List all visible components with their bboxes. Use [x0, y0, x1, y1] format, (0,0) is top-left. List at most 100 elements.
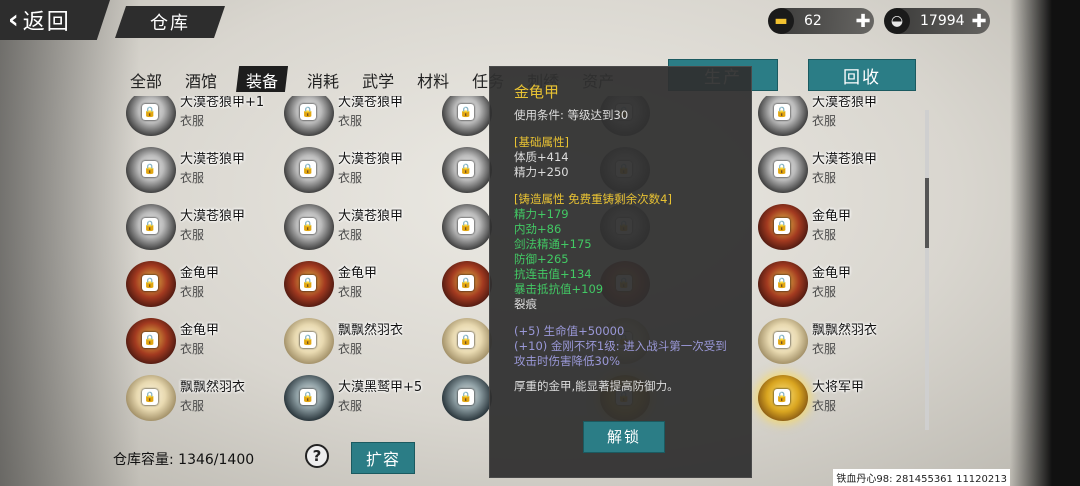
lock-icon: 🔒 — [300, 275, 316, 291]
lock-icon: 🔒 — [142, 161, 158, 177]
tooltip-set-bonus: (+5) 生命值+50000 — [514, 324, 625, 338]
item-slot[interactable]: 🔒 飘飘然羽衣衣服 — [280, 312, 438, 369]
item-slot[interactable]: 🔒 金龟甲 衣服 — [754, 255, 912, 312]
item-type: 衣服 — [338, 114, 363, 128]
tooltip-forge-stat: 暴击抵抗值+109 — [514, 282, 604, 296]
item-slot[interactable]: 🔒 大漠苍狼甲衣服 — [754, 96, 912, 141]
scroll-thumb[interactable] — [925, 178, 929, 248]
item-type: 衣服 — [812, 342, 837, 356]
grid-scrollbar[interactable] — [925, 110, 929, 430]
item-type: 衣服 — [812, 285, 837, 299]
silver-amount: 17994 — [920, 13, 965, 29]
item-name: 大漠苍狼甲+1 — [180, 96, 265, 110]
lock-icon: 🔒 — [300, 332, 316, 348]
item-type: 衣服 — [180, 228, 205, 242]
item-name: 大漠苍狼甲 — [338, 209, 404, 224]
item-type: 衣服 — [812, 114, 837, 128]
lock-icon: 🔒 — [458, 332, 474, 348]
lock-icon: 🔒 — [458, 104, 474, 120]
lock-icon: 🔒 — [774, 332, 790, 348]
tooltip-base-stat: 体质+414 — [514, 150, 569, 164]
tab-martial-arts[interactable]: 武学 — [358, 66, 398, 92]
recycle-button[interactable]: 回收 — [808, 59, 916, 91]
tab-tavern[interactable]: 酒馆 — [181, 66, 221, 92]
item-slot[interactable]: 🔒 大漠苍狼甲 衣服 — [280, 198, 438, 255]
tooltip-forge-stat: 防御+265 — [514, 252, 569, 266]
item-slot[interactable]: 🔒 飘飘然羽衣 衣服 — [122, 369, 280, 426]
help-button[interactable]: ? — [305, 444, 329, 468]
item-name: 大漠黑鹫甲+5 — [338, 380, 423, 395]
item-slot[interactable]: 🔒 金龟甲衣服 — [122, 312, 280, 369]
tooltip-set-bonus: (+10) 金刚不坏1级: 进入战斗第一次受到攻击时伤害降低30% — [514, 339, 727, 368]
item-type: 衣服 — [812, 399, 837, 413]
lock-icon: 🔒 — [774, 104, 790, 120]
item-name: 飘飘然羽衣 — [180, 380, 246, 395]
back-button[interactable]: ‹ 返回 — [0, 0, 110, 40]
unlock-button[interactable]: 解锁 — [583, 421, 665, 453]
tooltip-flaw: 裂痕 — [514, 297, 537, 311]
item-slot[interactable]: 🔒 大漠苍狼甲 衣服 — [280, 141, 438, 198]
expand-capacity-button[interactable]: 扩容 — [351, 442, 415, 474]
item-name: 金龟甲 — [812, 209, 852, 224]
tooltip-forge-stat: 精力+179 — [514, 207, 569, 221]
lock-icon: 🔒 — [300, 161, 316, 177]
item-name: 大将军甲 — [812, 380, 865, 395]
item-type: 衣服 — [180, 285, 205, 299]
item-type: 衣服 — [338, 285, 363, 299]
item-slot[interactable]: 🔒 大漠苍狼甲 衣服 — [754, 141, 912, 198]
item-type: 衣服 — [180, 399, 205, 413]
silver-currency: ◒ 17994 ✚ — [884, 8, 990, 34]
tooltip-forge-header: [铸造属性 免费重铸剩余次数4] — [514, 192, 672, 206]
item-type: 衣服 — [180, 342, 205, 356]
item-slot[interactable]: 🔒 大漠苍狼甲衣服 — [122, 198, 280, 255]
lock-icon: 🔒 — [458, 218, 474, 234]
tooltip-base-header: [基础属性] — [514, 135, 569, 149]
item-slot[interactable]: 🔒 大漠苍狼甲衣服 — [280, 96, 438, 141]
item-name: 金龟甲 — [338, 266, 378, 281]
lock-icon: 🔒 — [142, 332, 158, 348]
item-name: 飘飘然羽衣 — [812, 323, 878, 338]
item-slot[interactable]: 🔒 金龟甲 衣服 — [122, 255, 280, 312]
add-gold-button[interactable]: ✚ — [852, 11, 874, 32]
item-name: 大漠苍狼甲 — [180, 152, 246, 167]
item-slot[interactable]: 🔒 金龟甲衣服 — [280, 255, 438, 312]
gold-amount: 62 — [804, 13, 822, 29]
item-slot[interactable]: 🔒 大漠苍狼甲 衣服 — [122, 141, 280, 198]
ink-decoration-right — [1010, 0, 1080, 486]
item-type: 衣服 — [812, 228, 837, 242]
item-name: 大漠苍狼甲 — [180, 209, 246, 224]
tab-all[interactable]: 全部 — [126, 66, 166, 92]
chevron-left-icon: ‹ — [8, 5, 19, 35]
item-type: 衣服 — [338, 342, 363, 356]
item-name: 大漠苍狼甲 — [338, 152, 404, 167]
storage-capacity: 仓库容量: 1346/1400 — [113, 449, 254, 469]
tab-materials[interactable]: 材料 — [413, 66, 453, 92]
item-slot[interactable]: 🔒 飘飘然羽衣衣服 — [754, 312, 912, 369]
item-name: 金龟甲 — [180, 323, 220, 338]
watermark-text: 铁血丹心98: 281455361 11120213 — [833, 469, 1010, 486]
lock-icon: 🔒 — [458, 389, 474, 405]
tooltip-requirement: 使用条件: 等级达到30 — [514, 108, 629, 122]
item-type: 衣服 — [338, 399, 363, 413]
item-name: 飘飘然羽衣 — [338, 323, 404, 338]
lock-icon: 🔒 — [300, 104, 316, 120]
tab-consumables[interactable]: 消耗 — [303, 66, 343, 92]
item-slot[interactable]: 🔒 金龟甲 衣服 — [754, 198, 912, 255]
lock-icon: 🔒 — [142, 104, 158, 120]
silver-ingot-icon: ◒ — [884, 8, 910, 34]
capacity-value: 1346/1400 — [178, 452, 255, 468]
tab-equipment[interactable]: 装备 — [236, 66, 289, 92]
item-name: 金龟甲 — [180, 266, 220, 281]
item-slot[interactable]: 🔒 大漠苍狼甲+1 衣服 — [122, 96, 280, 141]
lock-icon: 🔒 — [774, 389, 790, 405]
lock-icon: 🔒 — [142, 218, 158, 234]
item-tooltip: 金龟甲 使用条件: 等级达到30 [基础属性] 体质+414 精力+250 [铸… — [489, 66, 752, 478]
back-label: 返回 — [22, 10, 71, 35]
item-name: 大漠苍狼甲 — [338, 96, 404, 110]
lock-icon: 🔒 — [458, 161, 474, 177]
add-silver-button[interactable]: ✚ — [968, 11, 990, 32]
item-name: 大漠苍狼甲 — [812, 96, 878, 110]
item-name: 金龟甲 — [812, 266, 852, 281]
item-slot[interactable]: 🔒 大将军甲衣服 — [754, 369, 912, 426]
item-slot[interactable]: 🔒 大漠黑鹫甲+5 衣服 — [280, 369, 438, 426]
